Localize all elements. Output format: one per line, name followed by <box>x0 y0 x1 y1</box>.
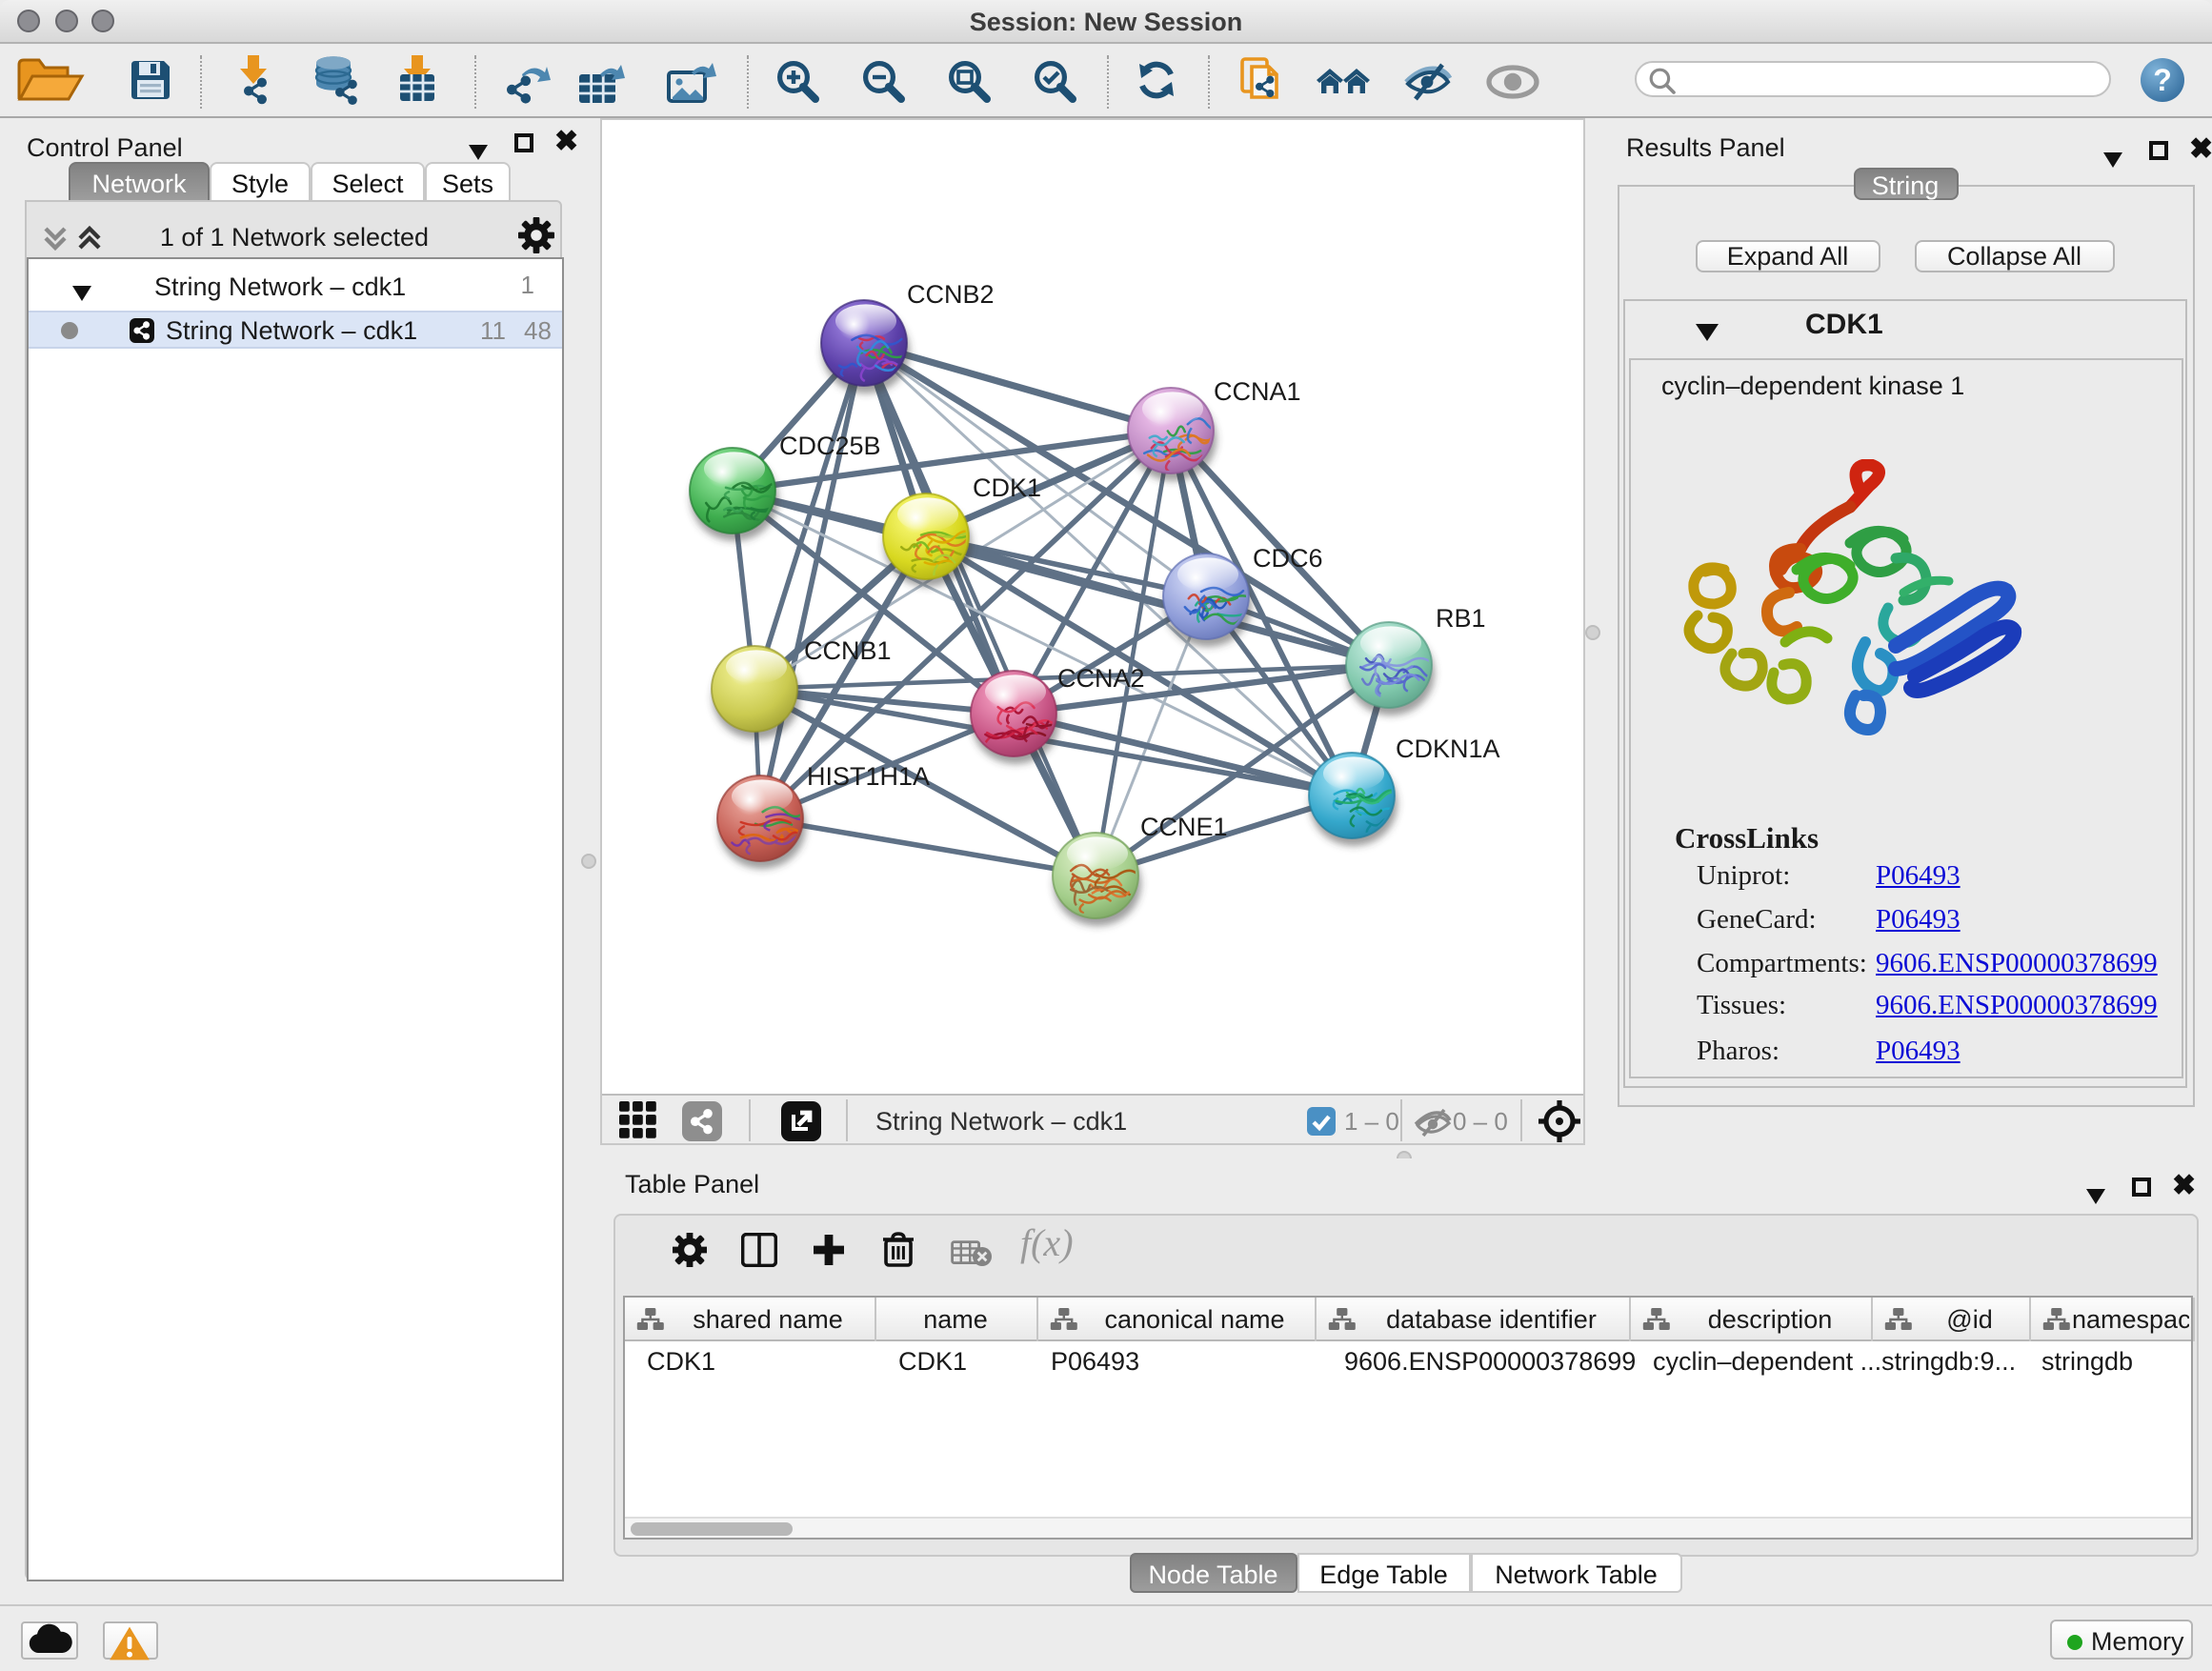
svg-text:HIST1H1A: HIST1H1A <box>806 762 929 791</box>
svg-text:CDC25B: CDC25B <box>778 432 880 460</box>
svg-text:CDC6: CDC6 <box>1252 544 1322 573</box>
svg-text:CDK1: CDK1 <box>972 473 1040 502</box>
svg-text:?: ? <box>2153 63 2172 97</box>
svg-text:CDKN1A: CDKN1A <box>1395 735 1499 763</box>
svg-text:CCNE1: CCNE1 <box>1139 813 1227 841</box>
svg-text:CCNB1: CCNB1 <box>803 636 891 665</box>
svg-text:CCNA2: CCNA2 <box>1056 664 1144 693</box>
svg-text:CCNA1: CCNA1 <box>1213 377 1300 406</box>
svg-text:RB1: RB1 <box>1435 604 1485 633</box>
svg-text:CCNB2: CCNB2 <box>906 280 994 309</box>
